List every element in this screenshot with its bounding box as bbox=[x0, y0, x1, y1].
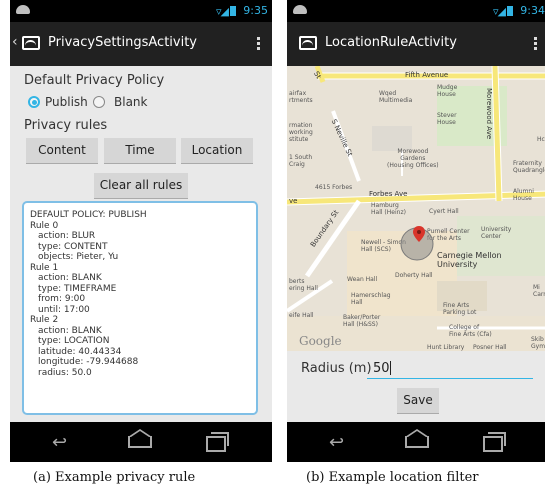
location-rule-button[interactable]: Location bbox=[181, 138, 253, 164]
time-rule-button[interactable]: Time bbox=[104, 138, 176, 164]
radius-label: Radius (m) bbox=[301, 361, 372, 376]
rules-line: action: BLANK bbox=[38, 325, 102, 336]
text-cursor bbox=[390, 361, 391, 375]
place-label: Newell - Simon Hall (SCS) bbox=[361, 239, 406, 253]
action-bar: LocationRuleActivity bbox=[287, 22, 545, 66]
default-policy-label: Default Privacy Policy bbox=[24, 73, 165, 88]
action-bar: ‹ PrivacySettingsActivity bbox=[10, 22, 272, 66]
place-label: 4615 Forbes bbox=[315, 184, 353, 191]
nav-recents-icon[interactable] bbox=[206, 432, 229, 452]
street-label: Morewood Ave bbox=[485, 88, 493, 140]
rules-line: type: LOCATION bbox=[38, 336, 110, 346]
place-label: Fine Arts Parking Lot bbox=[443, 302, 477, 316]
street-label: Fifth Avenue bbox=[405, 71, 449, 79]
phone-privacy-settings: ▿◢ 9:35 ‹ PrivacySettingsActivity Defaul… bbox=[10, 0, 272, 462]
place-label: Fraternity Quadrangle bbox=[513, 160, 545, 174]
street-label: Forbes Ave bbox=[369, 190, 408, 198]
caption-b: (b) Example location filter bbox=[306, 470, 479, 485]
rules-line: DEFAULT POLICY: PUBLISH bbox=[30, 210, 147, 220]
rules-line: radius: 50.0 bbox=[38, 367, 92, 378]
place-label: Skib Gymna bbox=[531, 336, 545, 350]
radius-input-value: 50 bbox=[373, 361, 390, 376]
place-label: Hc bbox=[537, 136, 545, 143]
google-watermark: Google bbox=[299, 334, 342, 348]
nav-home-icon[interactable] bbox=[128, 429, 152, 448]
place-label: Cyert Hall bbox=[429, 208, 459, 215]
place-label: Hamburg Hall (Heinz) bbox=[371, 202, 406, 216]
status-bar: ▿◢ 9:34 bbox=[287, 0, 545, 22]
map-graphic bbox=[287, 66, 545, 351]
battery-icon bbox=[230, 6, 236, 16]
place-label: College of Fine Arts (Cfa) bbox=[449, 324, 492, 338]
place-label: Purnell Center for the Arts bbox=[427, 228, 470, 242]
blank-label: Blank bbox=[114, 95, 148, 109]
rules-line: objects: Pieter, Yu bbox=[38, 252, 119, 262]
place-label: berts ering Hall bbox=[289, 278, 318, 292]
clear-all-rules-button[interactable]: Clear all rules bbox=[94, 173, 188, 199]
rules-text-area[interactable]: DEFAULT POLICY: PUBLISH Rule 0 action: B… bbox=[22, 201, 258, 415]
place-label: Mi Carn bbox=[533, 284, 545, 298]
status-clock: 9:35 bbox=[243, 4, 268, 17]
rules-line: type: TIMEFRAME bbox=[38, 283, 117, 294]
place-label: 1 South Craig bbox=[289, 154, 313, 168]
place-label: Hamerschlag Hall bbox=[351, 292, 391, 306]
activity-title: PrivacySettingsActivity bbox=[48, 35, 198, 50]
place-label: Alumni House bbox=[513, 188, 534, 202]
publish-radio[interactable] bbox=[28, 96, 40, 108]
content-rule-button[interactable]: Content bbox=[26, 138, 98, 164]
radius-input[interactable]: 50 bbox=[367, 358, 533, 379]
nav-back-icon[interactable]: ↩ bbox=[329, 432, 344, 453]
map-view[interactable]: Fifth Avenue Forbes Ave Morewood Ave Bou… bbox=[287, 66, 545, 351]
place-label: rmation working stitute bbox=[289, 122, 313, 143]
status-clock: 9:34 bbox=[520, 4, 545, 17]
place-label: Wean Hall bbox=[347, 276, 378, 283]
place-label: Doherty Hall bbox=[395, 272, 433, 279]
app-icon[interactable] bbox=[22, 36, 40, 50]
rules-line: action: BLUR bbox=[38, 231, 96, 241]
nav-recents-icon[interactable] bbox=[483, 432, 506, 452]
phone-location-rule: ▿◢ 9:34 LocationRuleActivity Fifth Avenu… bbox=[287, 0, 545, 462]
place-label: Posner Hall bbox=[473, 344, 507, 351]
place-label: Carnegie Mellon University bbox=[437, 251, 502, 269]
publish-label: Publish bbox=[45, 95, 88, 109]
nav-home-icon[interactable] bbox=[405, 429, 429, 448]
wifi-signal-icon: ▿◢ bbox=[493, 5, 506, 18]
navigation-bar: ↩ bbox=[10, 422, 272, 462]
android-notification-icon bbox=[293, 5, 307, 14]
rules-line: Rule 1 bbox=[30, 262, 59, 273]
place-label: Hunt Library bbox=[427, 344, 465, 351]
place-label: Stever House bbox=[437, 112, 457, 126]
street-label: ve bbox=[289, 197, 298, 205]
rules-line: Rule 2 bbox=[30, 315, 59, 325]
app-icon[interactable] bbox=[299, 36, 317, 50]
place-label: Mudge House bbox=[437, 84, 458, 98]
android-notification-icon bbox=[16, 5, 30, 14]
battery-icon bbox=[507, 6, 513, 16]
nav-back-icon[interactable]: ↩ bbox=[52, 432, 67, 453]
rules-line: until: 17:00 bbox=[38, 304, 90, 315]
save-button[interactable]: Save bbox=[397, 388, 439, 414]
blank-radio[interactable] bbox=[93, 96, 105, 108]
place-label: airfax rtments bbox=[289, 90, 313, 104]
place-label: University Center bbox=[481, 226, 512, 240]
place-label: eife Hall bbox=[289, 312, 314, 319]
rules-line: longitude: -79.944688 bbox=[38, 357, 139, 367]
place-label: Morewood Gardens (Housing Offices) bbox=[387, 148, 439, 169]
rules-line: type: CONTENT bbox=[38, 241, 108, 252]
rules-line: action: BLANK bbox=[38, 273, 102, 283]
privacy-rules-label: Privacy rules bbox=[24, 118, 108, 133]
rules-line: Rule 0 bbox=[30, 220, 59, 231]
navigation-bar: ↩ bbox=[287, 422, 545, 462]
back-chevron-icon[interactable]: ‹ bbox=[12, 34, 18, 50]
overflow-menu-icon[interactable] bbox=[534, 37, 537, 51]
rules-line: latitude: 40.44334 bbox=[38, 346, 122, 357]
status-bar: ▿◢ 9:35 bbox=[10, 0, 272, 22]
caption-a: (a) Example privacy rule bbox=[33, 470, 196, 485]
wifi-signal-icon: ▿◢ bbox=[216, 5, 229, 18]
rules-line: from: 9:00 bbox=[38, 294, 86, 304]
place-label: Baker/Porter Hall (H&SS) bbox=[343, 314, 381, 328]
place-label: Wqed Multimedia bbox=[379, 90, 413, 104]
overflow-menu-icon[interactable] bbox=[257, 37, 260, 51]
activity-title: LocationRuleActivity bbox=[325, 35, 457, 50]
